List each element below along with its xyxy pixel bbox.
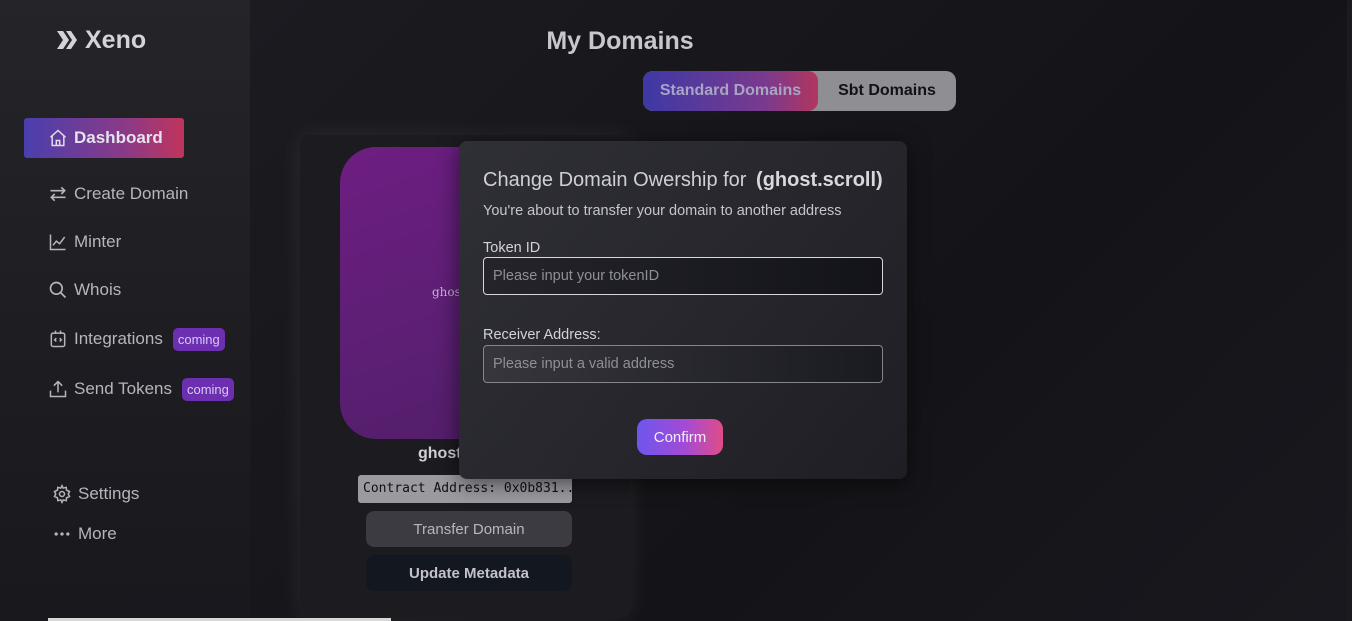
- sidebar-item-integrations[interactable]: Integrations coming: [24, 319, 225, 359]
- vertical-scrollbar[interactable]: [1347, 0, 1352, 621]
- sidebar-item-send-tokens[interactable]: Send Tokens coming: [24, 369, 234, 409]
- sidebar-item-label: Settings: [78, 484, 140, 503]
- sidebar-item-label: Send Tokens: [74, 379, 172, 398]
- arrows-swap-icon: [50, 186, 66, 202]
- sidebar-item-whois[interactable]: Whois: [24, 270, 121, 310]
- sidebar-item-label: Create Domain: [74, 184, 189, 203]
- sidebar: Xeno Dashboard Create Domain Minter Whoi…: [0, 0, 250, 621]
- transfer-modal: Change Domain Owership for (ghost.scroll…: [459, 141, 907, 479]
- sidebar-item-label: Dashboard: [74, 128, 163, 147]
- search-icon: [49, 281, 67, 299]
- sidebar-item-create-domain[interactable]: Create Domain: [24, 174, 188, 214]
- receiver-address-label: Receiver Address:: [483, 327, 601, 343]
- contract-address: Contract Address: 0x0b831...: [358, 475, 572, 503]
- sidebar-item-label: Whois: [74, 280, 122, 299]
- sidebar-item-more[interactable]: More: [28, 514, 117, 554]
- code-box-icon: [50, 330, 66, 348]
- modal-title-text: Change Domain Owership for: [483, 169, 747, 191]
- confirm-button[interactable]: Confirm: [637, 419, 723, 455]
- token-id-input[interactable]: [483, 257, 883, 295]
- modal-title: Change Domain Owership for (ghost.scroll…: [483, 169, 883, 192]
- tab-standard-domains[interactable]: Standard Domains: [643, 71, 818, 111]
- sidebar-item-dashboard[interactable]: Dashboard: [24, 118, 184, 158]
- modal-domain: (ghost.scroll): [756, 169, 883, 191]
- domain-name: ghost: [418, 445, 462, 462]
- modal-subtitle: You're about to transfer your domain to …: [483, 203, 842, 219]
- update-metadata-button[interactable]: Update Metadata: [366, 555, 572, 591]
- coming-badge: coming: [172, 327, 225, 351]
- coming-badge: coming: [181, 377, 234, 401]
- domain-type-toggle: Standard Domains Sbt Domains: [643, 71, 956, 111]
- transfer-domain-button[interactable]: Transfer Domain: [366, 511, 572, 547]
- page-title: My Domains: [546, 27, 694, 55]
- tab-sbt-domains[interactable]: Sbt Domains: [818, 71, 956, 111]
- receiver-address-input[interactable]: [483, 345, 883, 383]
- sidebar-item-label: Minter: [74, 232, 122, 251]
- chart-line-icon: [49, 234, 66, 251]
- token-id-label: Token ID: [483, 240, 541, 256]
- more-dots-icon: [54, 532, 70, 536]
- domain-image-text: ghos: [432, 285, 461, 299]
- sidebar-item-label: More: [78, 524, 117, 543]
- upload-icon: [49, 380, 67, 398]
- sidebar-item-settings[interactable]: Settings: [28, 474, 139, 514]
- gear-icon: [53, 484, 71, 504]
- sidebar-item-label: Integrations: [74, 329, 163, 348]
- home-icon: [50, 129, 66, 147]
- sidebar-item-minter[interactable]: Minter: [24, 222, 121, 262]
